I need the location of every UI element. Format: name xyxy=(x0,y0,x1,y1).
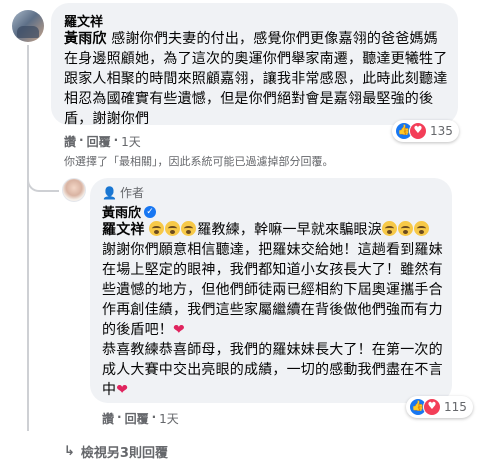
reply-body-1: 羅教練，幹嘛一早就來騙眼淚 xyxy=(197,222,382,238)
separator: · xyxy=(79,133,84,147)
author-badge: 👤 作者 xyxy=(102,184,144,201)
reply-body-3: 恭喜教練恭喜師母，我們的羅妹妹長大了！在第一次的成人大賽中交出亮眼的成績，一切的… xyxy=(102,342,443,398)
reply-author[interactable]: 黃雨欣 ✓ xyxy=(102,202,157,221)
reply-author-name[interactable]: 黃雨欣 xyxy=(102,202,141,221)
crying-emoji-icon xyxy=(149,221,165,236)
reaction-summary[interactable]: 👍 ♥ 115 xyxy=(406,396,473,418)
crying-emoji-icon xyxy=(181,221,197,236)
comment-author[interactable]: 羅文祥 xyxy=(64,11,103,30)
comment-text: 黃雨欣 感謝你們夫妻的付出，感覺你們更像嘉翎的爸爸媽媽在身邊照顧她，為了這次的奧… xyxy=(64,29,450,129)
separator: · xyxy=(113,133,119,147)
red-heart-icon: ❤ xyxy=(173,322,185,338)
separator: · xyxy=(117,410,122,424)
like-button[interactable]: 讚 xyxy=(64,133,76,150)
comment-body: 感謝你們夫妻的付出，感覺你們更像嘉翎的爸爸媽媽在身邊照顧她，為了這次的奧運你們舉… xyxy=(64,31,448,127)
reaction-count: 115 xyxy=(444,400,467,414)
reaction-summary[interactable]: 👍 ♥ 135 xyxy=(392,120,459,142)
heart-icon: ♥ xyxy=(409,122,427,140)
avatar[interactable] xyxy=(12,10,44,42)
reply-actions: 讚 · 回覆 · 1天 xyxy=(102,410,179,427)
thread-line xyxy=(27,45,29,431)
comment-bubble: 羅文祥 黃雨欣 感謝你們夫妻的付出，感覺你們更像嘉翎的爸爸媽媽在身邊照顧她，為了… xyxy=(51,3,458,127)
crying-emoji-icon xyxy=(381,221,397,236)
heart-icon: ♥ xyxy=(423,398,441,416)
crying-emoji-icon xyxy=(413,221,429,236)
reply-button[interactable]: 回覆 xyxy=(125,410,149,427)
verified-icon: ✓ xyxy=(144,205,157,218)
reply-paragraph-3: 恭喜教練恭喜師母，我們的羅妹妹長大了！在第一次的成人大賽中交出亮眼的成績，一切的… xyxy=(102,340,444,400)
person-icon: 👤 xyxy=(102,185,117,200)
author-badge-label: 作者 xyxy=(119,186,144,200)
red-heart-icon: ❤ xyxy=(116,382,129,398)
filter-note: 你選擇了「最相關」，因此系統可能已過濾掉部分回覆。 xyxy=(64,155,334,168)
comment-actions: 讚 · 回覆 · 1天 xyxy=(64,133,141,150)
reply-body-2: 謝謝你們願意相信聽達，把羅妹交給她！這趟看到羅妹在場上堅定的眼神，我們都知道小女… xyxy=(102,242,443,338)
reply-button[interactable]: 回覆 xyxy=(87,133,111,150)
separator: · xyxy=(151,410,157,424)
avatar[interactable] xyxy=(62,178,86,202)
mention-link[interactable]: 黃雨欣 xyxy=(64,31,107,47)
reply-text: 羅文祥 羅教練，幹嘛一早就來騙眼淚 謝謝你們願意相信聽達，把羅妹交給她！這趟看到… xyxy=(102,220,444,400)
mention-link[interactable]: 羅文祥 xyxy=(102,222,145,238)
thread-connector xyxy=(27,168,59,192)
crying-emoji-icon xyxy=(397,221,413,236)
crying-emoji-icon xyxy=(165,221,181,236)
view-more-replies-label[interactable]: 檢視另3則回覆 xyxy=(81,442,168,461)
reply-line-1: 羅文祥 羅教練，幹嘛一早就來騙眼淚 xyxy=(102,220,444,240)
view-more-replies[interactable]: ↳ 檢視另3則回覆 xyxy=(64,442,168,461)
reply-bubble: 👤 作者 黃雨欣 ✓ 羅文祥 羅教練，幹嘛一早就來騙眼淚 謝謝你們願意相信聽達，… xyxy=(90,178,452,403)
timestamp[interactable]: 1天 xyxy=(159,410,179,427)
reply-arrow-icon: ↳ xyxy=(64,444,75,459)
timestamp[interactable]: 1天 xyxy=(121,133,141,150)
reply-paragraph-2: 謝謝你們願意相信聽達，把羅妹交給她！這趟看到羅妹在場上堅定的眼神，我們都知道小女… xyxy=(102,240,444,340)
like-button[interactable]: 讚 xyxy=(102,410,114,427)
reaction-count: 135 xyxy=(430,124,453,138)
